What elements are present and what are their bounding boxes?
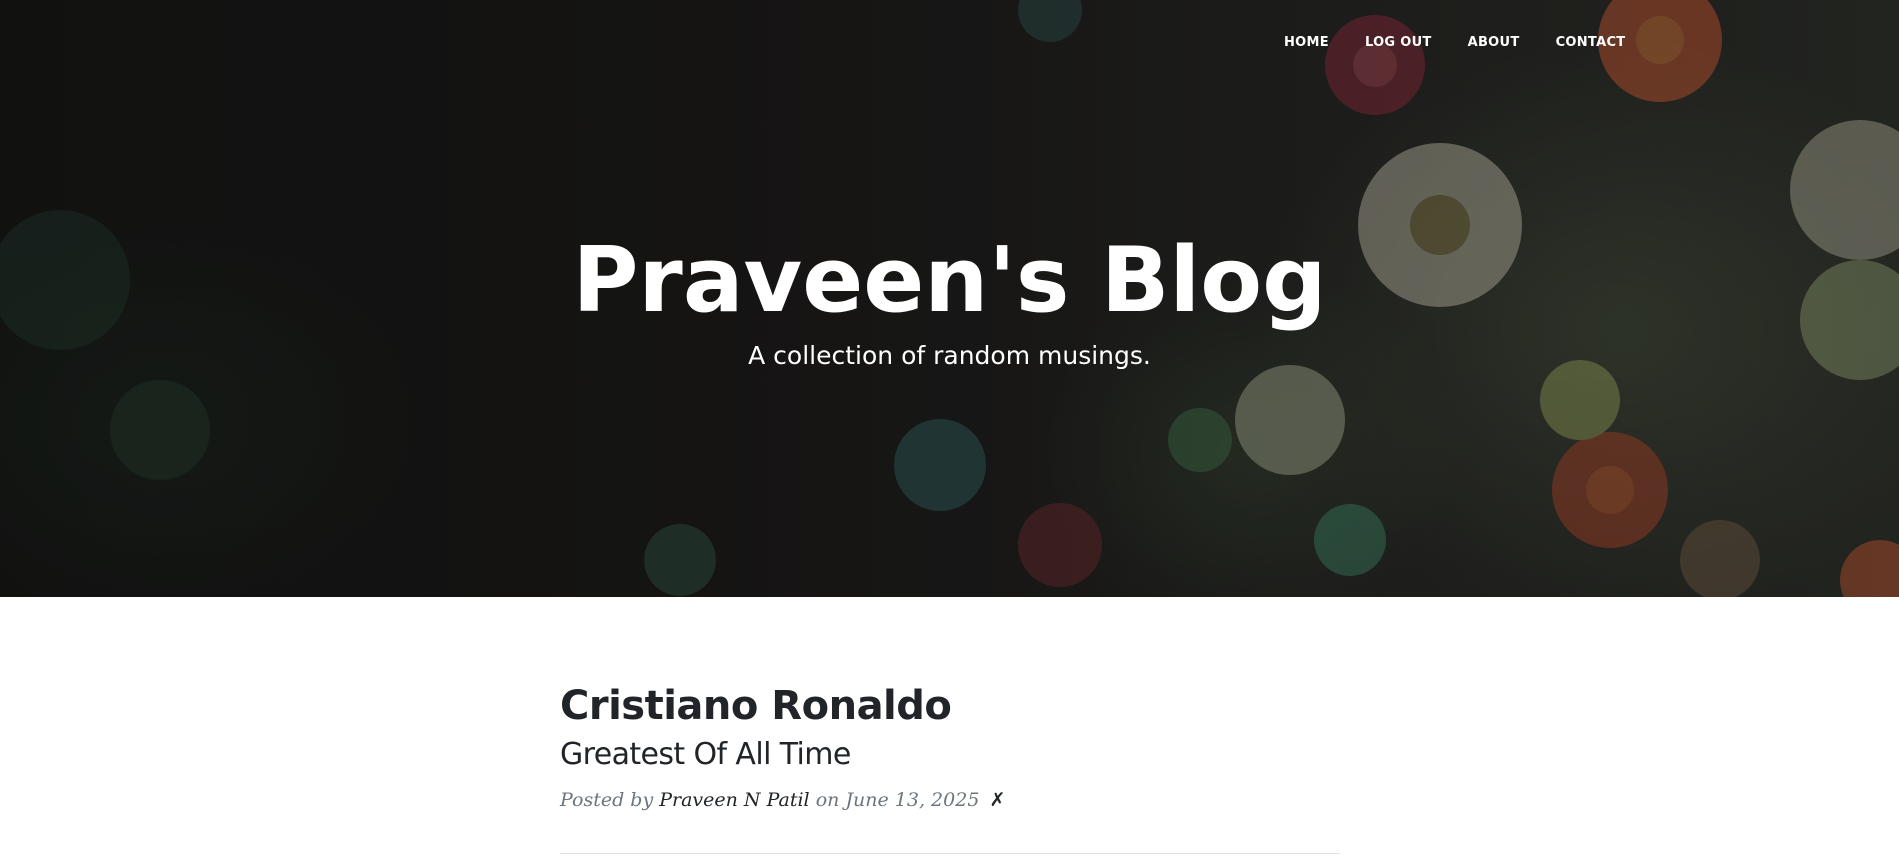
post-meta: Posted by Praveen N Patil on June 13, 20… — [560, 787, 1340, 813]
post-title[interactable]: Cristiano Ronaldo — [560, 679, 1340, 733]
nav-link-log-out[interactable]: LOG OUT — [1347, 34, 1450, 52]
nav-link-contact[interactable]: CONTACT — [1538, 34, 1644, 52]
delete-post-icon[interactable]: ✗ — [989, 789, 1005, 811]
nav-link-home[interactable]: HOME — [1266, 34, 1347, 52]
site-subtitle: A collection of random musings. — [748, 341, 1151, 370]
site-title: Praveen's Blog — [572, 228, 1327, 333]
nav-link-about[interactable]: ABOUT — [1450, 34, 1538, 52]
post-divider — [560, 853, 1340, 854]
post-subtitle[interactable]: Greatest Of All Time — [560, 735, 1340, 775]
post-list: Cristiano Ronaldo Greatest Of All Time P… — [560, 597, 1340, 854]
post-date-prefix: on — [815, 789, 840, 811]
post-author-link[interactable]: Praveen N Patil — [659, 789, 809, 811]
main-navigation: HOME LOG OUT ABOUT CONTACT — [1266, 34, 1643, 52]
posted-by-label: Posted by — [560, 789, 654, 811]
post-date: June 13, 2025 — [845, 789, 980, 811]
page-header-hero: HOME LOG OUT ABOUT CONTACT Praveen's Blo… — [0, 0, 1899, 597]
post-link[interactable]: Cristiano Ronaldo Greatest Of All Time — [560, 679, 1340, 775]
post-preview: Cristiano Ronaldo Greatest Of All Time P… — [560, 679, 1340, 813]
